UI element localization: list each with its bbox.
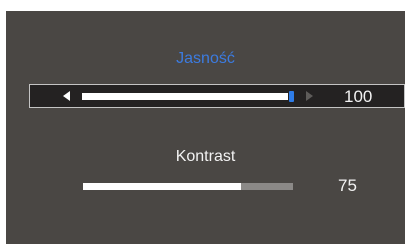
osd-settings-panel: Jasność 100 Kontrast 75: [6, 11, 405, 244]
contrast-slider-fill: [83, 183, 241, 190]
brightness-slider-knob[interactable]: [289, 91, 294, 102]
brightness-label: Jasność: [176, 50, 235, 67]
brightness-value: 100: [344, 87, 373, 106]
brightness-slider-row[interactable]: 100: [29, 84, 405, 108]
contrast-label: Kontrast: [175, 148, 236, 165]
arrow-left-icon[interactable]: [63, 91, 70, 101]
contrast-slider-track: [241, 183, 293, 190]
contrast-value: 75: [338, 176, 357, 195]
brightness-slider-fill: [82, 93, 288, 100]
arrow-right-icon[interactable]: [306, 91, 313, 101]
